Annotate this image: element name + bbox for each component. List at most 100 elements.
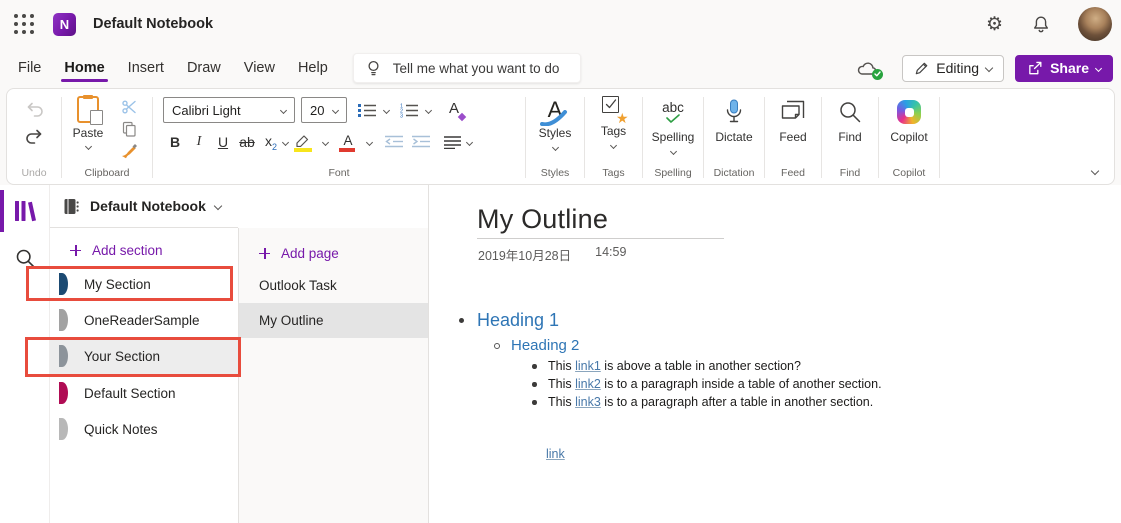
spelling-abc-icon: abc [662, 96, 684, 128]
spelling-button[interactable]: abc Spelling [643, 89, 703, 154]
subscript-button[interactable]: x2 [259, 133, 283, 152]
strikethrough-button[interactable]: ab [235, 134, 259, 150]
menu-draw[interactable]: Draw [187, 48, 221, 88]
styles-group: A Styles Styles [526, 89, 584, 184]
feed-button[interactable]: Feed [765, 89, 821, 144]
sync-ok-badge [872, 69, 883, 80]
section-name: Quick Notes [84, 422, 158, 437]
section-tab-icon [58, 418, 68, 440]
chevron-down-icon[interactable] [282, 138, 289, 145]
bullet-text: is to a paragraph after a table in anoth… [601, 395, 873, 409]
add-page-button[interactable]: Add page [239, 238, 428, 268]
menu-home[interactable]: Home [64, 48, 104, 88]
section-row-default-section[interactable]: Default Section [50, 375, 238, 411]
bold-button[interactable]: B [163, 134, 187, 150]
font-color-button[interactable]: A [338, 132, 358, 152]
add-section-button[interactable]: Add section [50, 235, 238, 265]
page-row-my-outline[interactable]: My Outline [239, 303, 428, 338]
add-section-label: Add section [92, 243, 163, 258]
chevron-down-icon[interactable] [366, 138, 373, 145]
bullet-text: is above a table in another section? [601, 359, 801, 373]
copy-icon[interactable] [121, 121, 137, 137]
heading2-text[interactable]: Heading 2 [511, 337, 579, 354]
page-title-heading[interactable]: My Outline [477, 204, 608, 235]
copilot-button[interactable]: Copilot [879, 89, 939, 144]
styles-icon: A [542, 96, 568, 124]
collapse-ribbon-chevron-icon[interactable] [1091, 167, 1099, 175]
link3-hyperlink[interactable]: link3 [575, 395, 601, 409]
sync-status-cloud-icon[interactable] [857, 60, 879, 77]
undo-group: Undo [7, 89, 61, 184]
notebooks-library-button[interactable] [0, 190, 50, 232]
plus-icon [70, 245, 81, 256]
menu-view[interactable]: View [244, 48, 275, 88]
plus-icon [259, 248, 270, 259]
section-row-onereadersample[interactable]: OneReaderSample [50, 302, 238, 338]
increase-indent-button[interactable] [412, 135, 430, 149]
font-size-select[interactable]: 20 [301, 97, 347, 123]
chevron-down-icon[interactable] [425, 106, 432, 113]
menu-bar: File Home Insert Draw View Help Tell me … [0, 48, 1121, 88]
menu-insert[interactable]: Insert [128, 48, 164, 88]
bulleted-list-button[interactable] [358, 103, 376, 118]
find-button[interactable]: Find [822, 89, 878, 144]
menu-file[interactable]: File [18, 48, 41, 88]
notifications-bell-icon[interactable] [1032, 15, 1050, 34]
chevron-down-icon[interactable] [466, 138, 473, 145]
link1-hyperlink[interactable]: link1 [575, 359, 601, 373]
page-title: My Outline [259, 313, 324, 328]
format-painter-icon[interactable] [120, 143, 138, 159]
chevron-down-icon[interactable] [383, 106, 390, 113]
settings-gear-icon[interactable]: ⚙ [986, 15, 1003, 34]
heading1-text[interactable]: Heading 1 [477, 310, 559, 331]
tell-me-search-input[interactable]: Tell me what you want to do [353, 53, 581, 83]
highlight-color-button[interactable] [294, 132, 314, 152]
editing-label: Editing [936, 60, 979, 76]
clear-formatting-button[interactable]: A [443, 100, 465, 120]
share-label: Share [1050, 60, 1089, 76]
tags-icon: ★ [602, 96, 626, 122]
highlight-yellow-bar [294, 148, 312, 152]
abc-glyph: abc [662, 101, 684, 115]
bullet-text: This [548, 359, 575, 373]
subscript-2: 2 [272, 141, 277, 151]
microphone-icon [724, 96, 744, 128]
menu-help[interactable]: Help [298, 48, 328, 88]
spelling-group-label: Spelling [643, 167, 703, 184]
footer-hyperlink[interactable]: link [546, 447, 565, 461]
share-button[interactable]: Share [1015, 55, 1113, 82]
chevron-down-icon[interactable] [322, 138, 329, 145]
svg-text:3: 3 [400, 113, 403, 117]
font-size-value: 20 [310, 103, 324, 118]
dictate-button[interactable]: Dictate [704, 89, 764, 144]
editing-mode-button[interactable]: Editing [902, 55, 1004, 82]
workspace: Default Notebook Add section My Section … [0, 185, 1121, 523]
panel-divider [428, 185, 429, 523]
styles-button[interactable]: A Styles [526, 89, 584, 150]
onenote-logo-icon[interactable]: N [53, 13, 76, 36]
underline-button[interactable]: U [211, 134, 235, 150]
page-row-outlook-task[interactable]: Outlook Task [239, 268, 428, 303]
notebook-switcher[interactable]: Default Notebook [50, 185, 238, 228]
chevron-down-icon [985, 64, 993, 72]
numbered-list-button[interactable]: 123 [400, 103, 418, 118]
section-row-quick-notes[interactable]: Quick Notes [50, 411, 238, 447]
bullet-icon [532, 400, 537, 405]
bullet-text: This [548, 377, 575, 391]
link2-hyperlink[interactable]: link2 [575, 377, 601, 391]
cut-scissors-icon[interactable] [121, 99, 137, 115]
app-launcher-icon[interactable] [14, 14, 34, 34]
copilot-icon [897, 96, 921, 128]
font-family-select[interactable]: Calibri Light [163, 97, 295, 123]
user-avatar[interactable] [1078, 7, 1112, 41]
find-group-label: Find [822, 167, 878, 184]
paste-button[interactable]: Paste [62, 96, 114, 167]
undo-button[interactable] [25, 101, 44, 118]
tags-button[interactable]: ★ Tags [585, 89, 642, 148]
italic-button[interactable]: I [187, 134, 211, 150]
annotation-box-my-section [26, 266, 233, 301]
subscript-x: x [265, 133, 272, 149]
alignment-button[interactable] [444, 136, 461, 149]
redo-button[interactable] [25, 128, 44, 145]
decrease-indent-button[interactable] [385, 135, 403, 149]
